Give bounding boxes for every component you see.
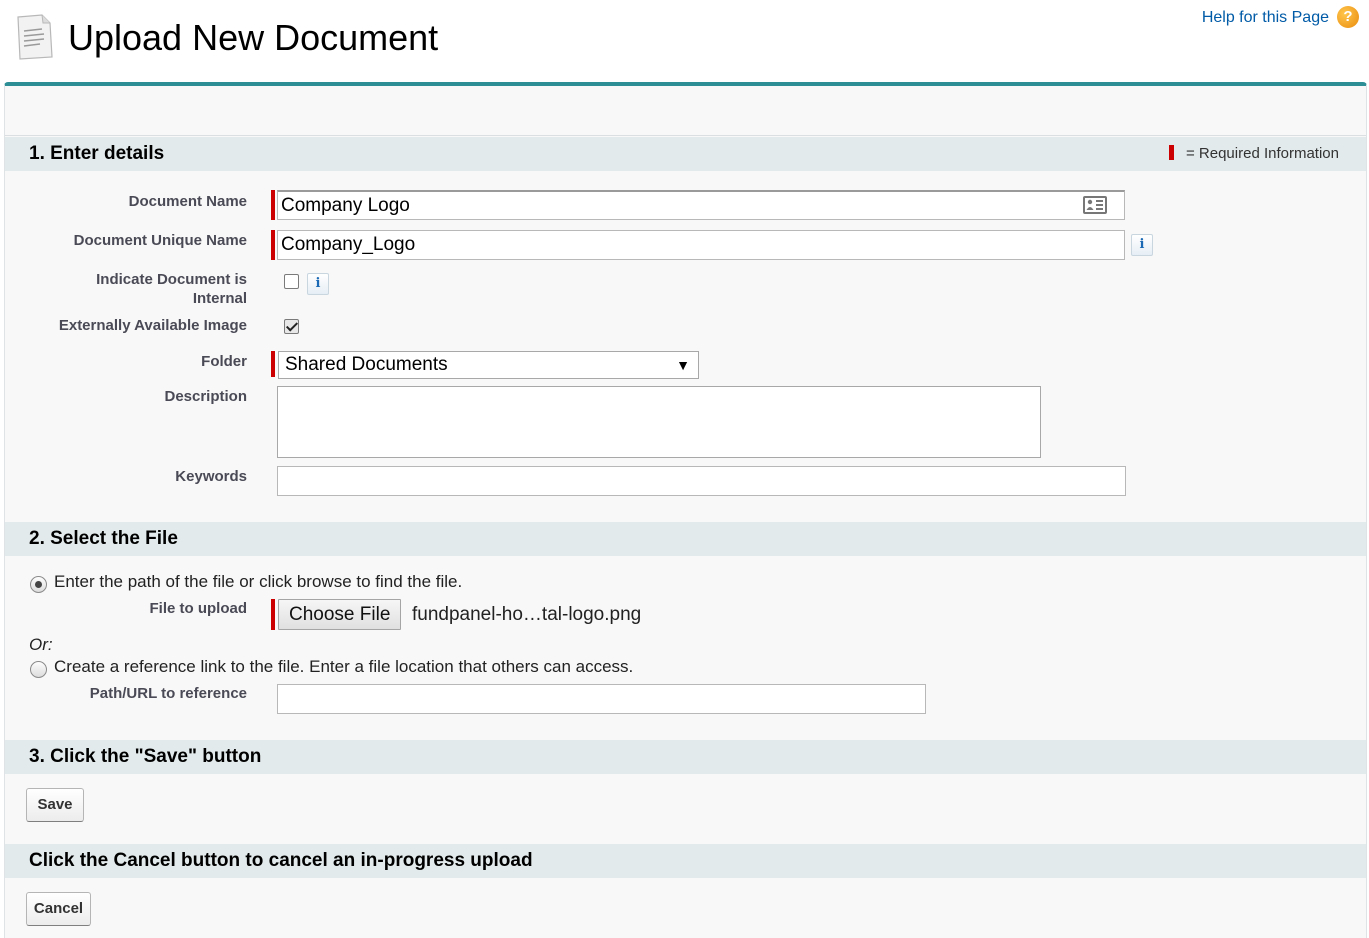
- selected-file-name: fundpanel-ho…tal-logo.png: [412, 604, 642, 625]
- unique-name-input[interactable]: Company_Logo: [277, 230, 1125, 260]
- reference-link-option-text: Create a reference link to the file. Ent…: [54, 657, 634, 676]
- path-url-input[interactable]: [277, 684, 926, 714]
- or-text: Or:: [29, 635, 53, 654]
- required-legend-text: = Required Information: [1185, 145, 1339, 162]
- page-title: Upload New Document: [68, 17, 439, 58]
- external-image-checkbox[interactable]: [284, 319, 299, 334]
- section-title: 2. Select the File: [29, 528, 178, 549]
- internal-label-line2: Internal: [192, 290, 247, 307]
- folder-label: Folder: [201, 353, 247, 370]
- help-icon[interactable]: ?: [1337, 6, 1359, 28]
- required-indicator: [271, 190, 275, 220]
- main-panel: 1. Enter details = Required Information …: [4, 82, 1367, 938]
- dropdown-arrow-icon: ▼: [676, 357, 690, 373]
- folder-select[interactable]: Shared Documents ▼: [278, 351, 699, 379]
- internal-label-line1: Indicate Document is: [96, 271, 247, 288]
- upload-file-radio[interactable]: [30, 576, 47, 593]
- required-legend: = Required Information: [1168, 137, 1339, 171]
- internal-checkbox[interactable]: [284, 274, 299, 289]
- contact-card-icon[interactable]: [1083, 196, 1107, 214]
- info-icon[interactable]: i: [307, 273, 329, 295]
- keywords-input[interactable]: [277, 466, 1126, 496]
- internal-label: Indicate Document is Internal: [5, 270, 247, 308]
- required-indicator: [271, 230, 275, 260]
- file-to-upload-label: File to upload: [149, 600, 248, 617]
- required-indicator: [271, 599, 275, 630]
- section-cancel-header: Click the Cancel button to cancel an in-…: [5, 844, 1366, 878]
- info-icon[interactable]: i: [1131, 234, 1153, 256]
- unique-name-label: Document Unique Name: [73, 232, 247, 249]
- description-textarea[interactable]: [277, 386, 1041, 458]
- section-title: 3. Click the "Save" button: [29, 746, 262, 767]
- page-header: Upload New Document Help for this Page ?: [0, 0, 1369, 82]
- folder-selected-value: Shared Documents: [285, 354, 448, 375]
- upload-file-option-text: Enter the path of the file or click brow…: [54, 572, 463, 591]
- description-label: Description: [164, 388, 247, 405]
- help-link[interactable]: Help for this Page: [1202, 9, 1329, 27]
- document-icon: [17, 14, 53, 60]
- save-button[interactable]: Save: [26, 788, 84, 822]
- choose-file-button[interactable]: Choose File: [278, 599, 402, 630]
- document-name-label: Document Name: [128, 193, 247, 210]
- external-image-label: Externally Available Image: [58, 317, 247, 334]
- cancel-button[interactable]: Cancel: [26, 892, 91, 926]
- keywords-label: Keywords: [175, 468, 247, 485]
- section-select-file-header: 2. Select the File: [5, 522, 1366, 556]
- document-name-input[interactable]: Company Logo: [277, 190, 1125, 220]
- top-toolbar: [5, 86, 1366, 136]
- required-bar-icon: [1168, 145, 1174, 160]
- required-indicator: [271, 351, 275, 377]
- section-title: Click the Cancel button to cancel an in-…: [29, 850, 533, 871]
- section-save-header: 3. Click the "Save" button: [5, 740, 1366, 774]
- section-title: 1. Enter details: [29, 143, 165, 164]
- reference-link-radio[interactable]: [30, 661, 47, 678]
- section-enter-details-header: 1. Enter details = Required Information: [5, 137, 1366, 171]
- path-url-label: Path/URL to reference: [89, 685, 247, 702]
